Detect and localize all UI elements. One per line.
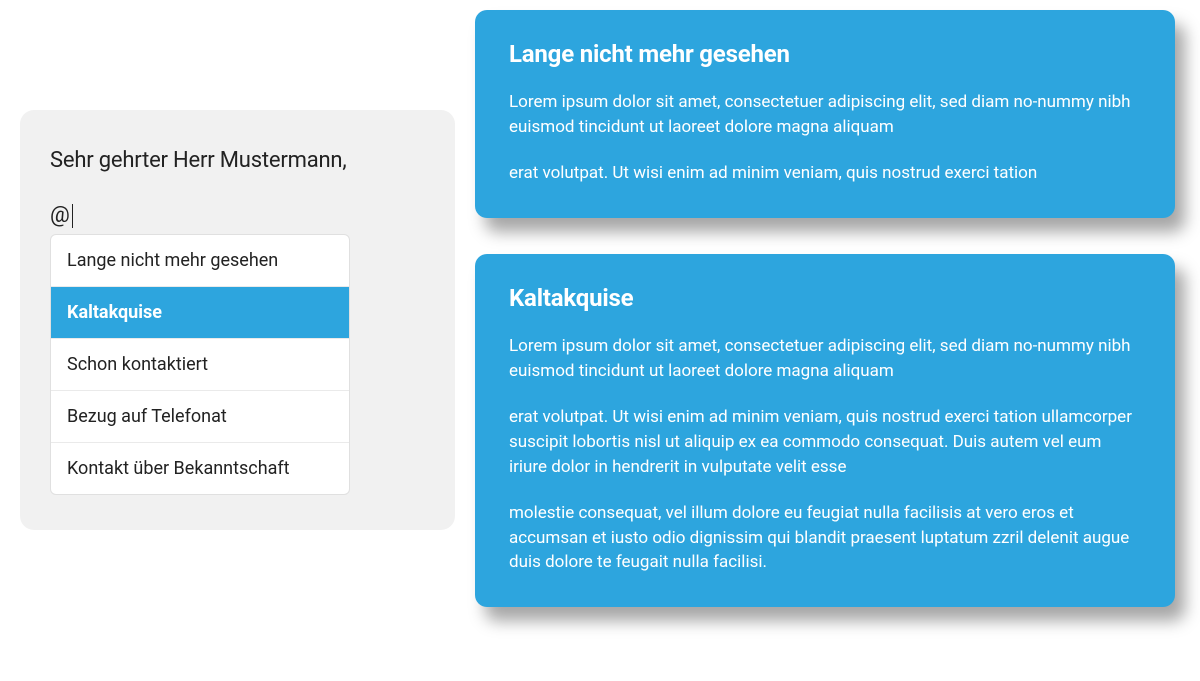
card-body: Lorem ipsum dolor sit amet, consectetuer… [509,334,1141,575]
card-title: Kaltakquise [509,284,1141,312]
card-paragraph: Lorem ipsum dolor sit amet, consectetuer… [509,334,1141,383]
text-cursor [72,204,73,228]
preview-card-kaltakquise: Kaltakquise Lorem ipsum dolor sit amet, … [475,254,1175,607]
card-paragraph: erat volutpat. Ut wisi enim ad minim ven… [509,161,1141,186]
card-paragraph: molestie consequat, vel illum dolore eu … [509,501,1141,575]
preview-card-lange-nicht-mehr-gesehen: Lange nicht mehr gesehen Lorem ipsum dol… [475,10,1175,218]
dropdown-item-kontakt-ueber-bekanntschaft[interactable]: Kontakt über Bekanntschaft [51,443,349,494]
salutation-text: Sehr gehrter Herr Mustermann, [50,148,425,173]
dropdown-item-kaltakquise[interactable]: Kaltakquise [51,287,349,339]
dropdown-item-bezug-auf-telefonat[interactable]: Bezug auf Telefonat [51,391,349,443]
card-paragraph: erat volutpat. Ut wisi enim ad minim ven… [509,405,1141,479]
dropdown-item-lange-nicht-mehr-gesehen[interactable]: Lange nicht mehr gesehen [51,235,349,287]
mention-input[interactable]: @ [50,203,425,228]
dropdown-item-schon-kontaktiert[interactable]: Schon kontaktiert [51,339,349,391]
mention-trigger: @ [50,203,70,228]
editor-panel: Sehr gehrter Herr Mustermann, @ Lange ni… [20,110,455,530]
template-dropdown: Lange nicht mehr gesehen Kaltakquise Sch… [50,234,350,495]
card-paragraph: Lorem ipsum dolor sit amet, consectetuer… [509,90,1141,139]
card-title: Lange nicht mehr gesehen [509,40,1141,68]
card-body: Lorem ipsum dolor sit amet, consectetuer… [509,90,1141,186]
